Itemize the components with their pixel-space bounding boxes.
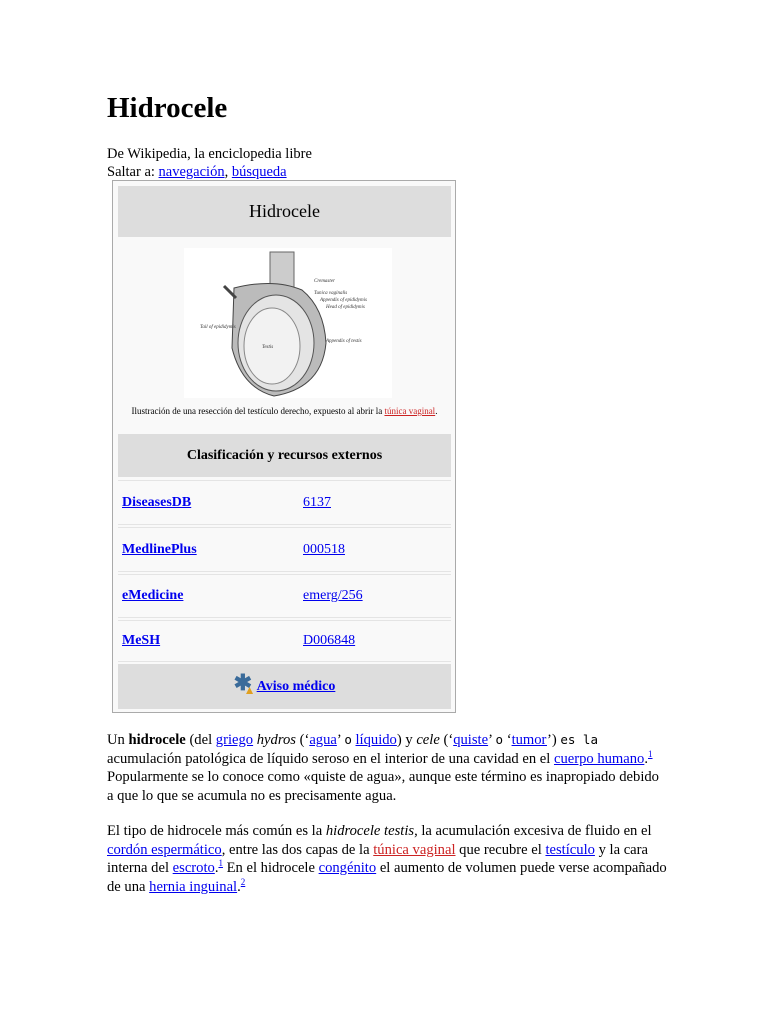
separator: , xyxy=(224,164,232,180)
infobox: Hidrocele Cremaster Tunica vaginalis App… xyxy=(112,180,456,713)
caption-end: . xyxy=(435,406,438,416)
t: (‘ xyxy=(439,732,454,748)
t: ‘ xyxy=(503,732,512,748)
diseasesdb-id-link[interactable]: 6137 xyxy=(303,495,331,511)
term-italic: cele xyxy=(416,732,440,748)
diseasesdb-link[interactable]: DiseasesDB xyxy=(122,495,191,511)
t: ’ xyxy=(488,732,496,748)
cuerpo-humano-link[interactable]: cuerpo humano xyxy=(554,751,644,767)
reference-1-link[interactable]: 1 xyxy=(648,749,653,759)
tunica-vaginal-link[interactable]: túnica vaginal xyxy=(384,406,435,416)
emedicine-id-link[interactable]: emerg/256 xyxy=(303,588,363,604)
mesh-id-link[interactable]: D006848 xyxy=(303,633,355,649)
infobox-title: Hidrocele xyxy=(118,186,451,237)
jump-prefix: Saltar a: xyxy=(107,164,159,180)
escroto-link[interactable]: escroto xyxy=(173,860,215,876)
agua-link[interactable]: agua xyxy=(309,732,337,748)
t: , la acumulación excesiva de fluido en e… xyxy=(414,823,652,839)
jump-links: Saltar a: navegación, búsqueda xyxy=(107,164,287,181)
t: que recubre el xyxy=(455,841,546,858)
table-row: MedlinePlus 000518 xyxy=(118,527,451,572)
term-italic: hidrocele testis xyxy=(325,823,415,839)
emedicine-link[interactable]: eMedicine xyxy=(122,588,183,604)
label-head-epididymis: Head of epididymis xyxy=(325,305,365,310)
t: , entre las dos capas de la xyxy=(221,841,374,858)
griego-link[interactable]: griego xyxy=(216,732,253,748)
label-appendix-testis: Appendix of testis xyxy=(325,339,362,344)
classification-header: Clasificación y recursos externos xyxy=(118,434,451,477)
term-italic: hydros xyxy=(256,732,296,748)
t: (del xyxy=(185,732,216,748)
t: acumulación patológica de líquido seroso… xyxy=(107,750,554,767)
reference-2-link[interactable]: 2 xyxy=(241,877,246,887)
label-appendix-epididymis: Appendix of epididymis xyxy=(319,298,367,303)
label-tail-epididymis: Tail of epididymis xyxy=(200,325,236,330)
cordon-espermatico-link[interactable]: cordón espermático xyxy=(107,842,222,858)
t: ) y xyxy=(396,732,417,748)
term-bold: hidrocele xyxy=(128,732,186,748)
hydrocele-illustration[interactable]: Cremaster Tunica vaginalis Appendix of e… xyxy=(184,248,392,398)
label-testis: Testis xyxy=(262,345,273,350)
t: o xyxy=(495,732,504,747)
congenito-link[interactable]: congénito xyxy=(319,860,377,876)
table-row: eMedicine emerg/256 xyxy=(118,574,451,618)
page-title: Hidrocele xyxy=(107,92,228,124)
paragraph-intro: Un hidrocele (del griego hydros (‘agua’ … xyxy=(107,731,667,805)
navigation-link[interactable]: navegación xyxy=(159,164,225,180)
t: es la xyxy=(560,732,598,747)
hernia-inguinal-link[interactable]: hernia inguinal xyxy=(149,879,237,895)
medical-warning-icon: ✱ ▲ xyxy=(233,669,256,697)
liquido-link[interactable]: líquido xyxy=(356,732,397,748)
testiculo-link[interactable]: testículo xyxy=(545,842,594,858)
medlineplus-id-link[interactable]: 000518 xyxy=(303,542,345,558)
site-subtitle: De Wikipedia, la enciclopedia libre xyxy=(107,146,312,162)
mesh-link[interactable]: MeSH xyxy=(122,633,160,649)
quiste-link[interactable]: quiste xyxy=(453,732,488,748)
medical-warning-link[interactable]: Aviso médico xyxy=(257,679,336,695)
t: El tipo de hidrocele más común es la xyxy=(107,823,326,839)
t: ’) xyxy=(546,732,561,748)
image-caption: Ilustración de una resección del testícu… xyxy=(118,406,451,416)
caption-text: Ilustración de una resección del testícu… xyxy=(131,406,385,416)
t: Popularmente se lo conoce como «quiste d… xyxy=(107,769,659,804)
tunica-vaginal-link[interactable]: túnica vaginal xyxy=(373,842,455,858)
medlineplus-link[interactable]: MedlinePlus xyxy=(122,542,197,558)
tumor-link[interactable]: tumor xyxy=(512,732,547,748)
label-tunica: Tunica vaginalis xyxy=(314,291,347,296)
t: En el hidrocele xyxy=(222,860,319,876)
t: Un xyxy=(107,732,129,748)
medical-warning-cell: ✱ ▲ Aviso médico xyxy=(118,664,451,709)
table-row: DiseasesDB 6137 xyxy=(118,480,451,525)
infobox-image-cell: Cremaster Tunica vaginalis Appendix of e… xyxy=(118,240,451,432)
t: o xyxy=(344,732,352,747)
t: (‘ xyxy=(295,732,310,748)
table-row: MeSH D006848 xyxy=(118,620,451,662)
label-cremaster: Cremaster xyxy=(314,279,335,284)
paragraph-types: El tipo de hidrocele más común es la hid… xyxy=(107,822,667,896)
search-link[interactable]: búsqueda xyxy=(232,164,287,180)
